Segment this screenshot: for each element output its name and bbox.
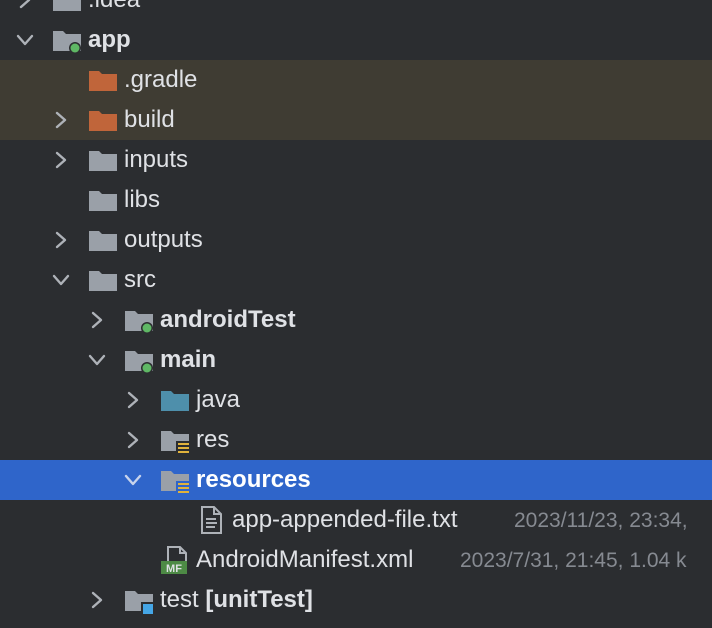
tree-item-resources[interactable]: resources (0, 460, 712, 500)
tree-item-build[interactable]: build (0, 100, 712, 140)
tree-item-res[interactable]: res (0, 420, 712, 460)
tree-item-src[interactable]: src (0, 260, 712, 300)
source-set-folder-icon (125, 351, 153, 374)
chevron-right-icon[interactable] (86, 589, 108, 611)
chevron-down-icon[interactable] (86, 349, 108, 371)
excluded-folder-icon (89, 71, 117, 91)
folder-icon (89, 151, 117, 171)
project-tree: .idea app .gradle build inputs libs outp… (0, 0, 712, 628)
tree-item-label: test [unitTest] (160, 587, 313, 613)
tree-item-label: libs (124, 186, 161, 213)
resources-folder-icon (161, 471, 190, 495)
file-meta: 2023/7/31, 21:45, 1.04 k (460, 549, 687, 572)
tree-item-outputs[interactable]: outputs (0, 220, 712, 260)
manifest-badge: MF (166, 563, 182, 575)
source-set-suffix: [unitTest] (205, 586, 313, 613)
tree-item-androidtest[interactable]: androidTest (0, 300, 712, 340)
test-folder-icon (125, 591, 154, 615)
folder-icon (89, 271, 117, 291)
tree-item-label: res (196, 426, 230, 453)
excluded-folder-icon (89, 111, 117, 131)
chevron-down-icon[interactable] (14, 29, 36, 51)
text-file-icon (201, 506, 222, 534)
source-root-folder-icon (161, 391, 189, 411)
resources-folder-icon (161, 431, 190, 455)
chevron-right-icon[interactable] (50, 109, 72, 131)
manifest-file-icon: MF (161, 546, 187, 575)
tree-item-label: app (88, 26, 131, 53)
folder-icon (89, 191, 117, 211)
tree-item-android-manifest[interactable]: MF AndroidManifest.xml 2023/7/31, 21:45,… (0, 540, 712, 580)
chevron-right-icon[interactable] (122, 389, 144, 411)
chevron-down-icon[interactable] (50, 269, 72, 291)
tree-item-label: src (124, 266, 156, 293)
tree-item-label: java (196, 386, 241, 413)
tree-item-java[interactable]: java (0, 380, 712, 420)
module-folder-icon (53, 31, 81, 54)
tree-item-idea[interactable]: .idea (0, 0, 712, 20)
chevron-down-icon[interactable] (122, 469, 144, 491)
tree-item-label: AndroidManifest.xml (196, 546, 414, 573)
chevron-right-icon[interactable] (14, 0, 36, 11)
tree-item-label: build (124, 106, 175, 133)
tree-item-label: resources (196, 466, 311, 493)
tree-item-label: main (160, 346, 217, 373)
tree-item-app[interactable]: app (0, 20, 712, 60)
chevron-right-icon[interactable] (50, 149, 72, 171)
chevron-right-icon[interactable] (86, 309, 108, 331)
tree-item-name: test (160, 586, 199, 613)
tree-item-inputs[interactable]: inputs (0, 140, 712, 180)
file-meta: 2023/11/23, 23:34, (514, 509, 688, 532)
tree-item-label: androidTest (160, 306, 296, 333)
folder-icon (53, 0, 81, 11)
folder-icon (89, 231, 117, 251)
tree-item-gradle[interactable]: .gradle (0, 60, 712, 100)
tree-item-label: outputs (124, 226, 203, 253)
tree-item-label: .gradle (124, 66, 198, 93)
source-set-folder-icon (125, 311, 153, 334)
tree-item-label: .idea (88, 0, 140, 13)
tree-item-main[interactable]: main (0, 340, 712, 380)
tree-item-label: inputs (124, 146, 189, 173)
chevron-right-icon[interactable] (50, 229, 72, 251)
chevron-right-icon[interactable] (122, 429, 144, 451)
tree-item-libs[interactable]: libs (0, 180, 712, 220)
tree-item-test[interactable]: test [unitTest] (0, 580, 712, 620)
tree-item-label: app-appended-file.txt (232, 506, 458, 533)
tree-item-app-appended-file[interactable]: app-appended-file.txt 2023/11/23, 23:34, (0, 500, 712, 540)
